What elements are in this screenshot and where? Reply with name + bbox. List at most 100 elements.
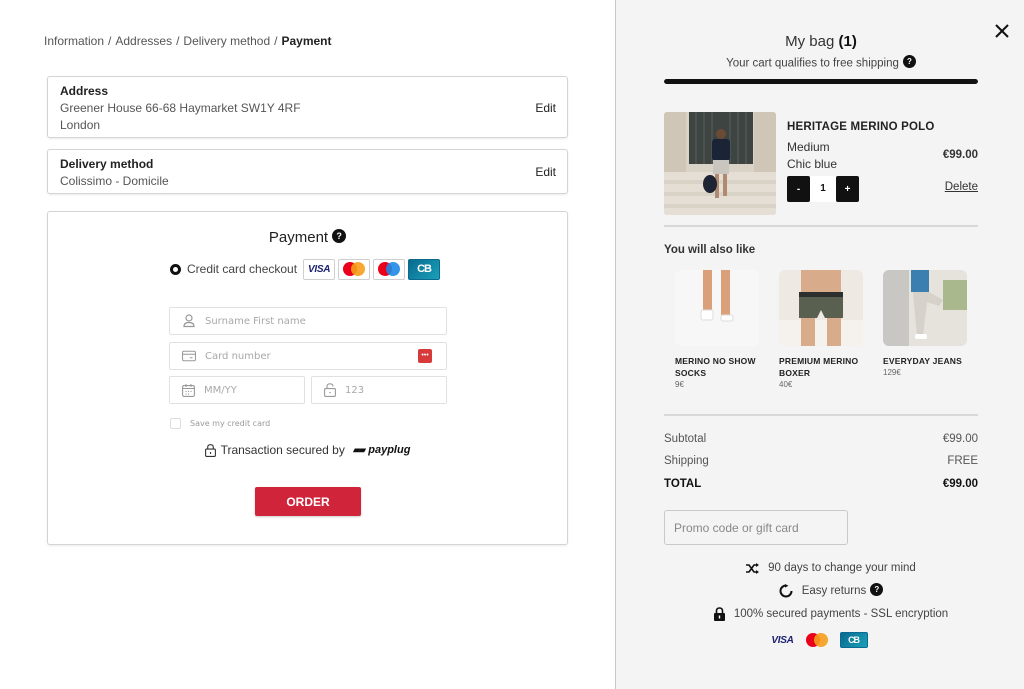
- recommendation-price: 9€: [675, 380, 684, 389]
- payplug-logo: ▰▰ payplug: [353, 444, 411, 456]
- payment-panel: Payment? Credit card checkout VISA CB Su…: [47, 211, 568, 545]
- bag-title-text: My bag: [785, 33, 835, 50]
- product-size: Medium: [787, 140, 830, 154]
- total-label: TOTAL: [664, 478, 702, 490]
- mastercard-logo-icon: [805, 633, 828, 647]
- recommendation-image[interactable]: [779, 270, 863, 346]
- delivery-title: Delivery method: [60, 157, 154, 171]
- visa-text: VISA: [307, 263, 331, 275]
- visa-logo-icon: VISA: [771, 634, 794, 646]
- checkout-main: Information / Addresses / Delivery method / Pa…: [0, 0, 615, 689]
- breadcrumb-separator: /: [176, 34, 180, 48]
- progress-fill: [664, 79, 978, 84]
- secured-label: Transaction secured by: [220, 443, 345, 457]
- card-type-icon: •••: [418, 349, 432, 363]
- cb-logo-icon: CB: [408, 258, 441, 280]
- shuffle-icon: [746, 562, 760, 574]
- lock-icon: [324, 383, 336, 397]
- recommendation-price: 129€: [883, 368, 901, 377]
- free-shipping-message: Your cart qualifies to free shipping?: [664, 55, 978, 70]
- address-summary: Address Greener House 66-68 Haymarket SW…: [47, 76, 568, 138]
- order-button[interactable]: ORDER: [255, 487, 361, 516]
- subtotal-value: €99.00: [942, 433, 978, 445]
- edit-address-button[interactable]: Edit: [535, 101, 556, 115]
- payment-heading: Payment?: [48, 229, 567, 246]
- recommendation-name[interactable]: MERINO NO SHOW SOCKS: [675, 355, 761, 379]
- product-price: €99.00: [942, 149, 978, 161]
- reassurance-text: Easy returns: [801, 585, 867, 597]
- help-icon[interactable]: ?: [902, 55, 916, 68]
- reassurance-text: 100% secured payments - SSL encryption: [733, 608, 949, 620]
- subtotal-label: Subtotal: [664, 433, 707, 445]
- bag-panel: My bag (1) Your cart qualifies to free s…: [615, 0, 1024, 689]
- transaction-secured: Transaction secured by ▰▰ payplug: [48, 443, 567, 457]
- cart-item: HERITAGE MERINO POLO Medium Chic blue - …: [664, 112, 978, 216]
- close-icon[interactable]: [993, 22, 1011, 40]
- recommendation-image[interactable]: [883, 270, 967, 346]
- recommendation-name[interactable]: EVERYDAY JEANS: [883, 355, 969, 367]
- breadcrumb-payment: Payment: [281, 34, 332, 48]
- breadcrumb-separator: /: [108, 34, 112, 48]
- free-shipping-progress: [664, 79, 978, 84]
- card-number-field[interactable]: •••: [169, 342, 447, 370]
- decrease-quantity-button[interactable]: -: [787, 176, 810, 202]
- cb-text: CB: [417, 263, 432, 275]
- credit-card-icon: [182, 349, 196, 363]
- payplug-mark-icon: ▰▰: [352, 444, 366, 456]
- cvc-input[interactable]: [345, 377, 470, 403]
- cvc-field[interactable]: [311, 376, 470, 404]
- maestro-logo-icon: [373, 258, 406, 280]
- recommendation-price: 40€: [779, 380, 793, 389]
- product-name[interactable]: HERITAGE MERINO POLO: [787, 121, 935, 133]
- address-title: Address: [60, 84, 109, 98]
- lock-icon: [204, 443, 216, 457]
- delivery-summary: Delivery method Colissimo - Domicile Edi…: [47, 149, 568, 194]
- breadcrumb-delivery-method[interactable]: Delivery method: [183, 34, 270, 48]
- subtotal-row: Subtotal €99.00: [664, 433, 978, 445]
- recommendation-image[interactable]: [675, 270, 759, 346]
- cardholder-name-field[interactable]: [169, 307, 447, 335]
- card-number-input[interactable]: [205, 343, 418, 369]
- delete-item-link[interactable]: Delete: [945, 181, 978, 193]
- expiry-field[interactable]: [169, 376, 329, 404]
- reassurance-secured-payments: 100% secured payments - SSL encryption: [664, 607, 998, 621]
- credit-card-option[interactable]: Credit card checkout VISA CB: [170, 258, 443, 280]
- refresh-icon: [779, 584, 793, 598]
- recommendation-item[interactable]: EVERYDAY JEANS 129€: [883, 270, 969, 377]
- cardholder-name-input[interactable]: [205, 308, 446, 334]
- edit-delivery-button[interactable]: Edit: [535, 165, 556, 179]
- reassurance-easy-returns: Easy returns?: [664, 582, 998, 598]
- bag-title: My bag (1): [664, 33, 978, 50]
- payment-title: Payment: [268, 229, 329, 246]
- recommendation-name[interactable]: PREMIUM MERINO BOXER: [779, 355, 865, 379]
- visa-logo-icon: VISA: [303, 258, 336, 280]
- save-card-checkbox[interactable]: [170, 418, 181, 429]
- save-card-option[interactable]: Save my credit card: [170, 418, 270, 429]
- divider: [664, 414, 978, 416]
- breadcrumb-addresses[interactable]: Addresses: [115, 34, 172, 48]
- mastercard-logo-icon: [338, 258, 371, 280]
- total-row: TOTAL €99.00: [664, 478, 978, 490]
- reassurance-change-mind: 90 days to change your mind: [664, 562, 998, 574]
- product-color: Chic blue: [787, 157, 838, 171]
- quantity-value[interactable]: 1: [810, 176, 836, 202]
- free-shipping-text: Your cart qualifies to free shipping: [726, 57, 899, 70]
- quantity-stepper: - 1 +: [787, 176, 859, 202]
- reassurance-text: 90 days to change your mind: [768, 562, 916, 574]
- promo-code-input[interactable]: [664, 510, 848, 545]
- increase-quantity-button[interactable]: +: [836, 176, 859, 202]
- delivery-method-value: Colissimo - Domicile: [60, 174, 169, 188]
- shipping-value: FREE: [947, 455, 978, 467]
- accepted-payments: VISA CB: [664, 632, 978, 648]
- breadcrumb-separator: /: [274, 34, 278, 48]
- recommendation-item[interactable]: PREMIUM MERINO BOXER 40€: [779, 270, 865, 389]
- credit-card-radio[interactable]: [170, 263, 181, 275]
- recommendation-item[interactable]: MERINO NO SHOW SOCKS 9€: [675, 270, 761, 389]
- bag-count: (1): [838, 33, 857, 50]
- divider: [664, 225, 978, 227]
- calendar-icon: [182, 383, 195, 397]
- help-icon[interactable]: ?: [870, 582, 884, 596]
- breadcrumb-information[interactable]: Information: [44, 34, 104, 48]
- product-image[interactable]: [664, 112, 776, 215]
- help-icon[interactable]: ?: [332, 229, 347, 244]
